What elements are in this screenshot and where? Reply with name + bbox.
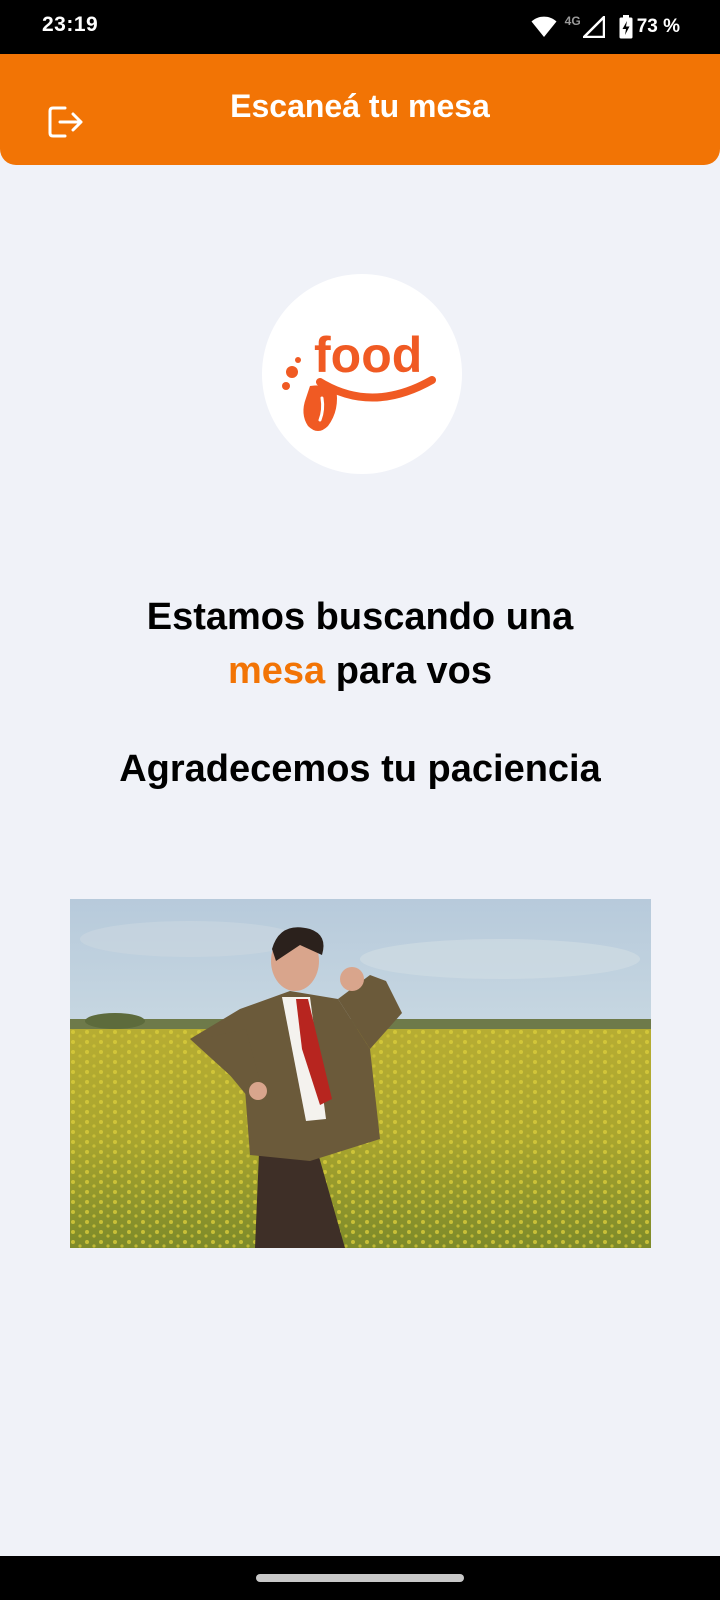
app-header: Escaneá tu mesa [0, 54, 720, 165]
thanks-message: Agradecemos tu paciencia [119, 748, 601, 790]
message-line-1: Estamos buscando una [146, 596, 574, 638]
battery-charging-icon [619, 15, 633, 39]
signal-icon [582, 16, 605, 38]
wifi-icon [531, 16, 557, 37]
food-logo-mark: food [282, 327, 436, 431]
message-highlight: mesa [227, 650, 326, 692]
message-line-2-rest: para vos [325, 650, 493, 692]
waiting-image-illustration [70, 899, 651, 1248]
navigation-bar [0, 1556, 720, 1600]
battery-percentage: 73 % [636, 16, 680, 37]
message-line-2: mesa para vos [0, 644, 720, 698]
page-title: Escaneá tu mesa [230, 88, 490, 124]
searching-message: Estamos buscando una mesa para vos [0, 590, 720, 698]
waiting-animation-image [70, 899, 651, 1248]
status-icons: 4G 73 % [531, 12, 680, 42]
food-logo: food [262, 274, 462, 474]
status-time: 23:19 [42, 13, 99, 36]
status-bar: 23:19 4G 73 % [0, 0, 720, 54]
logo-text: food [314, 327, 422, 383]
home-indicator[interactable] [256, 1574, 464, 1582]
network-type-label: 4G [564, 14, 581, 28]
